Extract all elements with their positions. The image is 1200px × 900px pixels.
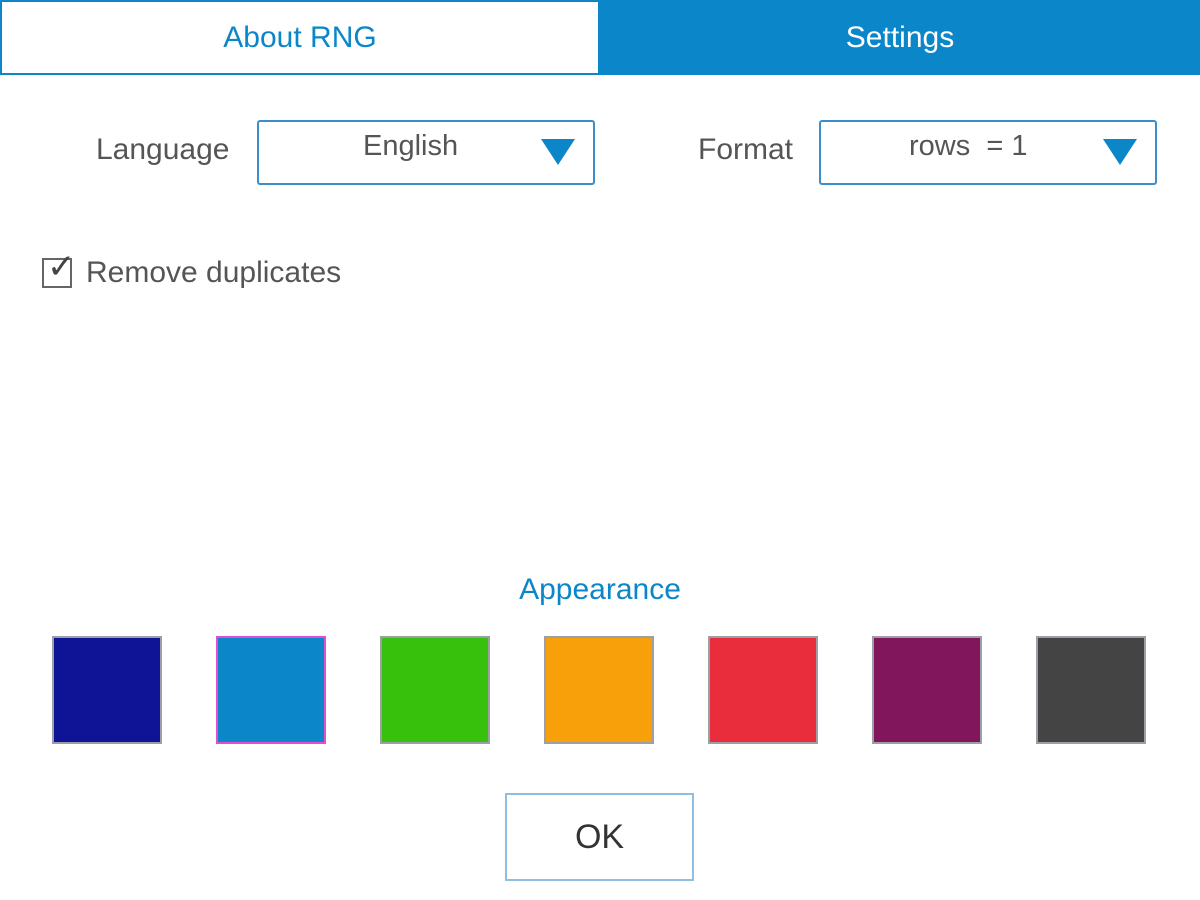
- ok-button[interactable]: OK: [505, 793, 694, 881]
- color-swatch-navy[interactable]: [52, 636, 162, 744]
- color-swatch-orange[interactable]: [544, 636, 654, 744]
- remove-duplicates-option[interactable]: ✓ Remove duplicates: [42, 250, 342, 290]
- format-dropdown[interactable]: rows = 1: [819, 120, 1157, 185]
- language-dropdown[interactable]: English: [257, 120, 595, 185]
- color-swatch-blue[interactable]: [216, 636, 326, 744]
- remove-duplicates-label: Remove duplicates: [86, 256, 342, 289]
- color-swatch-red[interactable]: [708, 636, 818, 744]
- language-value: English: [363, 130, 459, 162]
- color-swatch-green[interactable]: [380, 636, 490, 744]
- caret-down-icon: [541, 139, 575, 165]
- format-value: rows = 1: [909, 130, 1028, 162]
- color-swatch-group: [52, 636, 1148, 744]
- tab-bar: About RNG Settings: [0, 0, 1200, 75]
- checkmark-icon: ✓: [47, 248, 76, 286]
- tab-settings[interactable]: Settings: [600, 0, 1200, 75]
- format-label: Format: [698, 133, 794, 166]
- tab-about-rng[interactable]: About RNG: [0, 0, 600, 75]
- language-label: Language: [96, 133, 230, 166]
- color-swatch-dark-gray[interactable]: [1036, 636, 1146, 744]
- settings-screen: About RNG Settings Language English Form…: [0, 0, 1200, 900]
- appearance-title: Appearance: [519, 573, 681, 606]
- caret-down-icon: [1103, 139, 1137, 165]
- remove-duplicates-checkbox[interactable]: ✓: [42, 250, 76, 288]
- color-swatch-purple[interactable]: [872, 636, 982, 744]
